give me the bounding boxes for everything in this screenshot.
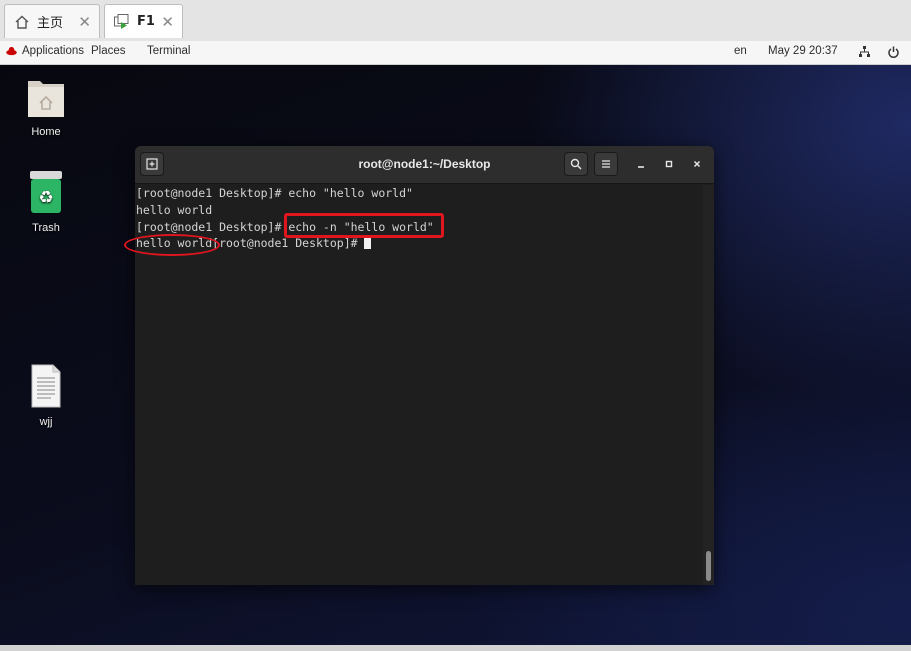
home-folder-icon bbox=[28, 81, 64, 117]
terminal-titlebar[interactable]: root@node1:~/Desktop bbox=[135, 146, 714, 184]
desktop-icon-trash-label: Trash bbox=[32, 222, 60, 234]
terminal-scrollbar[interactable] bbox=[703, 185, 714, 585]
close-icon[interactable]: ✕ bbox=[161, 13, 174, 31]
vm-icon bbox=[113, 13, 131, 31]
power-icon[interactable] bbox=[887, 45, 900, 59]
gnome-top-bar: Applications Places Terminal en May 29 2… bbox=[0, 41, 911, 65]
tab-home-label: 主页 bbox=[37, 16, 64, 31]
close-window-button[interactable] bbox=[688, 155, 706, 173]
maximize-button[interactable] bbox=[660, 155, 678, 173]
terminal-window[interactable]: root@node1:~/Desktop [root@node1 Desktop… bbox=[135, 146, 714, 585]
desktop-icon-wjj[interactable]: wjj bbox=[11, 363, 81, 428]
minimize-button[interactable] bbox=[632, 155, 650, 173]
desktop-icon-trash[interactable]: ♻ Trash bbox=[11, 169, 81, 234]
minimize-icon bbox=[638, 166, 644, 168]
home-icon bbox=[13, 13, 31, 31]
terminal-title: root@node1:~/Desktop bbox=[358, 157, 491, 171]
terminal-output[interactable]: [root@node1 Desktop]# echo "hello world"… bbox=[136, 185, 702, 585]
tab-f1[interactable]: F1 ✕ bbox=[104, 4, 183, 38]
search-button[interactable] bbox=[564, 152, 588, 176]
desktop-icon-home[interactable]: Home bbox=[11, 75, 81, 138]
places-menu[interactable]: Places bbox=[91, 45, 126, 57]
annotation-ellipse bbox=[124, 234, 220, 256]
applications-menu[interactable]: Applications bbox=[22, 45, 84, 57]
close-icon[interactable]: ✕ bbox=[78, 13, 91, 31]
tab-home[interactable]: 主页 ✕ bbox=[4, 4, 100, 38]
hamburger-menu-icon bbox=[602, 160, 610, 168]
clock[interactable]: May 29 20:37 bbox=[768, 45, 838, 57]
annotation-highlight-box bbox=[284, 213, 444, 238]
desktop-icon-wjj-label: wjj bbox=[39, 416, 53, 428]
maximize-icon bbox=[665, 160, 673, 168]
close-icon bbox=[693, 160, 701, 168]
tab-f1-label: F1 bbox=[137, 14, 155, 29]
text-cursor bbox=[364, 236, 372, 250]
text-file-icon bbox=[31, 364, 61, 408]
desktop-icon-home-label: Home bbox=[31, 126, 61, 138]
trash-icon: ♻ bbox=[30, 171, 62, 213]
network-icon[interactable] bbox=[858, 45, 871, 59]
search-icon bbox=[570, 158, 582, 170]
terminal-menu[interactable]: Terminal bbox=[147, 45, 190, 57]
terminal-line: [root@node1 Desktop]# echo "hello world" bbox=[136, 186, 413, 200]
vm-tab-bar: 主页 ✕ F1 ✕ bbox=[0, 0, 911, 42]
redhat-logo-icon bbox=[6, 47, 17, 56]
language-indicator[interactable]: en bbox=[734, 45, 747, 57]
menu-button[interactable] bbox=[594, 152, 618, 176]
bottom-strip bbox=[0, 645, 911, 651]
svg-text:♻: ♻ bbox=[38, 188, 53, 208]
scrollbar-thumb[interactable] bbox=[706, 551, 711, 581]
